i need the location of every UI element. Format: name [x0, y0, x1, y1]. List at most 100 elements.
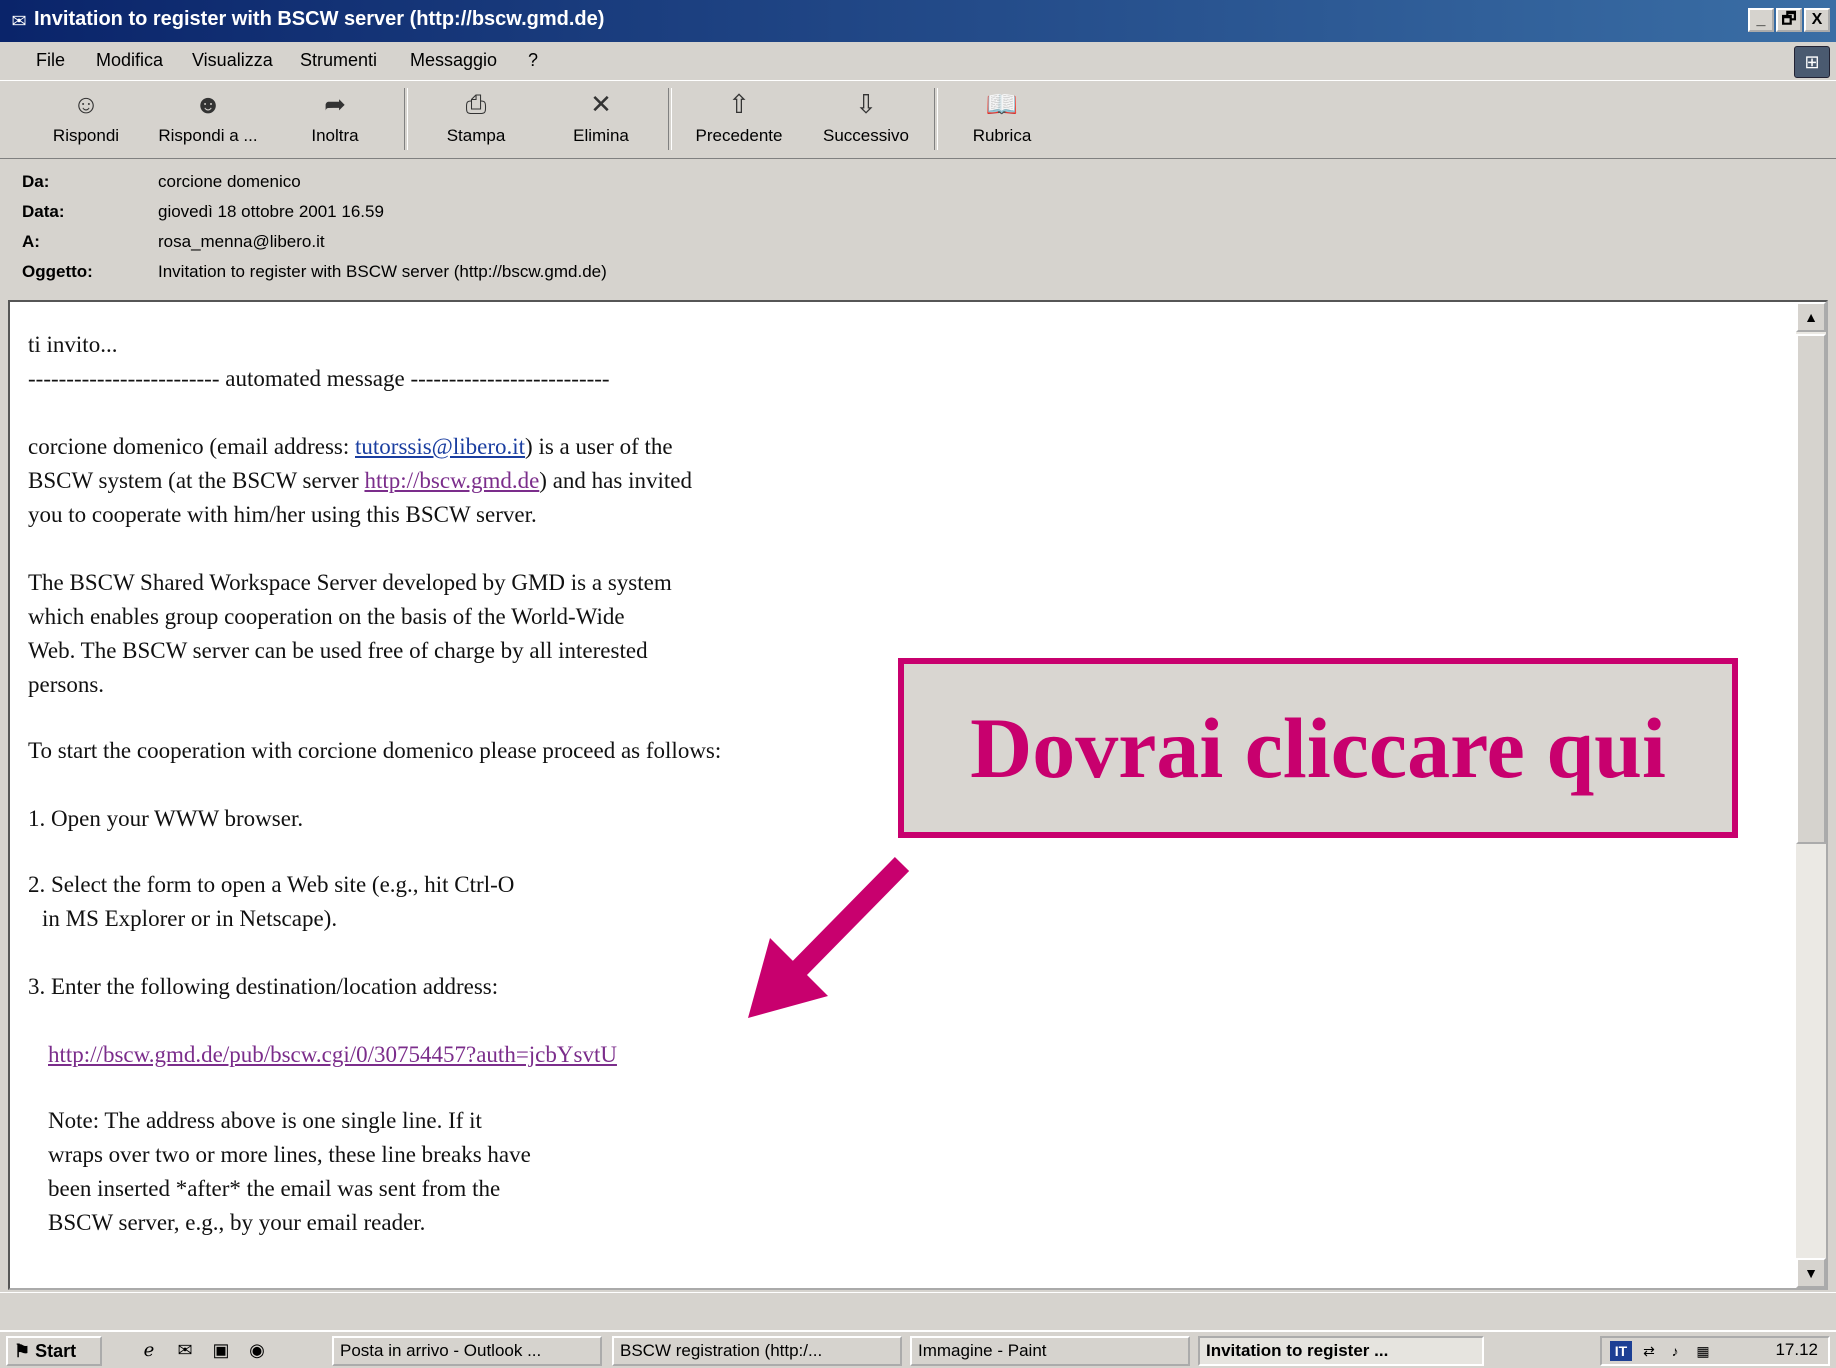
vertical-scrollbar[interactable]: ▲ ▼ [1796, 302, 1826, 1288]
windows-logo-icon: ⊞ [1794, 46, 1830, 78]
toolbar-separator [668, 88, 672, 150]
taskbar: ⚑ Start ℯ ✉ ▣ ◉ Posta in arrivo - Outloo… [0, 1330, 1836, 1368]
callout-text: Dovrai cliccare qui [970, 700, 1666, 796]
previous-button[interactable]: ⇧ Precedente [680, 82, 798, 156]
subject-label: Oggetto: [22, 262, 93, 281]
reply-all-button[interactable]: ☻ Rispondi a ... [146, 82, 270, 156]
task-paint[interactable]: Immagine - Paint [910, 1336, 1190, 1366]
toolbar: ☺ Rispondi ☻ Rispondi a ... ➦ Inoltra ⎙ … [0, 82, 1836, 159]
menu-visualizza[interactable]: Visualizza [192, 50, 273, 71]
scroll-down-arrow-icon[interactable]: ▼ [1796, 1258, 1826, 1288]
menu-strumenti[interactable]: Strumenti [300, 50, 377, 71]
body-line: you to cooperate with him/her using this… [28, 502, 537, 527]
toolbar-separator [934, 88, 938, 150]
body-text: ) is a user of the [525, 434, 673, 459]
registration-link[interactable]: http://bscw.gmd.de/pub/bscw.cgi/0/307544… [48, 1042, 617, 1068]
menu-modifica[interactable]: Modifica [96, 50, 163, 71]
body-line: Note: The address above is one single li… [48, 1108, 482, 1133]
next-label: Successivo [823, 126, 909, 145]
from-value: corcione domenico [158, 172, 301, 191]
date-value: giovedì 18 ottobre 2001 16.59 [158, 202, 384, 221]
forward-icon: ➦ [324, 89, 346, 119]
delete-button[interactable]: ✕ Elimina [554, 82, 648, 156]
reply-label: Rispondi [52, 126, 120, 145]
delete-label: Elimina [573, 126, 629, 145]
window-title: Invitation to register with BSCW server … [34, 8, 605, 30]
up-arrow-icon: ⇧ [728, 89, 750, 119]
message-icon: ✉ [11, 11, 27, 31]
print-button[interactable]: ⎙ Stampa [428, 82, 524, 156]
pointer-arrow-icon [748, 856, 910, 1018]
ie-icon[interactable]: ℯ [136, 1338, 162, 1362]
title-bar[interactable]: ✉ Invitation to register with BSCW serve… [0, 0, 1836, 42]
printer-icon: ⎙ [465, 89, 487, 119]
to-value: rosa_menna@libero.it [158, 232, 325, 251]
body-text: corcione domenico (email address: [28, 434, 355, 459]
menu-bar: File Modifica Visualizza Strumenti Messa… [0, 42, 1836, 81]
menu-messaggio[interactable]: Messaggio [410, 50, 497, 71]
body-line: been inserted *after* the email was sent… [48, 1176, 501, 1201]
previous-label: Precedente [695, 126, 783, 145]
forward-button[interactable]: ➦ Inoltra [290, 82, 380, 156]
volume-icon[interactable]: ♪ [1664, 1341, 1686, 1361]
system-tray: IT ⇄ ♪ ▦ 17.12 [1600, 1336, 1830, 1366]
start-button[interactable]: ⚑ Start [6, 1336, 102, 1366]
clock: 17.12 [1775, 1340, 1818, 1359]
media-icon[interactable]: ◉ [244, 1338, 270, 1362]
menu-help[interactable]: ? [528, 50, 538, 71]
scroll-up-arrow-icon[interactable]: ▲ [1796, 302, 1826, 332]
body-line: The BSCW Shared Workspace Server develop… [28, 570, 672, 595]
addressbook-button[interactable]: 📖 Rubrica [954, 82, 1050, 156]
body-text: ) and has invited [539, 468, 692, 493]
server-link[interactable]: http://bscw.gmd.de [364, 468, 539, 493]
message-header: Da: corcione domenico Data: giovedì 18 o… [0, 162, 1836, 296]
reply-all-label: Rispondi a ... [158, 126, 258, 145]
body-line: 1. Open your WWW browser. [28, 806, 304, 831]
email-link[interactable]: tutorssis@libero.it [355, 434, 525, 459]
outlook-window: ✉ Invitation to register with BSCW serve… [0, 0, 1836, 1368]
body-line: BSCW server, e.g., by your email reader. [48, 1210, 426, 1235]
maximize-button[interactable]: 🗗 [1776, 8, 1802, 32]
minimize-button[interactable]: _ [1748, 8, 1774, 32]
network-icon[interactable]: ⇄ [1638, 1341, 1660, 1361]
reply-all-icon: ☻ [194, 89, 222, 119]
scroll-thumb[interactable] [1796, 334, 1826, 844]
windows-flag-icon: ⚑ [14, 1341, 31, 1361]
desktop-icon[interactable]: ▣ [208, 1338, 234, 1362]
body-line: in MS Explorer or in Netscape). [42, 906, 338, 931]
print-label: Stampa [446, 126, 506, 145]
from-label: Da: [22, 172, 50, 191]
language-indicator[interactable]: IT [1610, 1341, 1632, 1361]
body-line: Web. The BSCW server can be used free of… [28, 638, 648, 663]
annotation-callout: Dovrai cliccare qui [898, 658, 1738, 838]
body-text: BSCW system (at the BSCW server [28, 468, 365, 493]
forward-label: Inoltra [311, 126, 359, 145]
close-button[interactable]: X [1804, 8, 1830, 32]
down-arrow-icon: ⇩ [855, 89, 877, 119]
book-icon: 📖 [985, 89, 1019, 119]
delete-x-icon: ✕ [590, 89, 612, 119]
body-line: which enables group cooperation on the b… [28, 604, 625, 629]
reply-button[interactable]: ☺ Rispondi [42, 82, 130, 156]
body-line: To start the cooperation with corcione d… [28, 738, 722, 763]
status-bar [0, 1292, 1836, 1329]
body-line: wraps over two or more lines, these line… [48, 1142, 531, 1167]
task-outlook-inbox[interactable]: Posta in arrivo - Outlook ... [332, 1336, 602, 1366]
subject-value: Invitation to register with BSCW server … [158, 262, 607, 281]
toolbar-separator [404, 88, 408, 150]
body-line: persons. [28, 672, 105, 697]
body-line: ------------------------- automated mess… [28, 366, 610, 391]
next-button[interactable]: ⇩ Successivo [808, 82, 924, 156]
monitor-icon[interactable]: ▦ [1692, 1341, 1714, 1361]
addressbook-label: Rubrica [972, 126, 1032, 145]
body-line: BSCW system (at the BSCW server http://b… [28, 468, 692, 494]
date-label: Data: [22, 202, 65, 221]
body-line: 2. Select the form to open a Web site (e… [28, 872, 515, 897]
task-invitation[interactable]: Invitation to register ... [1198, 1336, 1484, 1366]
task-bscw-registration[interactable]: BSCW registration (http:/... [612, 1336, 902, 1366]
menu-file[interactable]: File [36, 50, 65, 71]
reply-icon: ☺ [72, 89, 100, 119]
to-label: A: [22, 232, 40, 251]
outlook-icon[interactable]: ✉ [172, 1338, 198, 1362]
start-label: Start [35, 1341, 77, 1361]
